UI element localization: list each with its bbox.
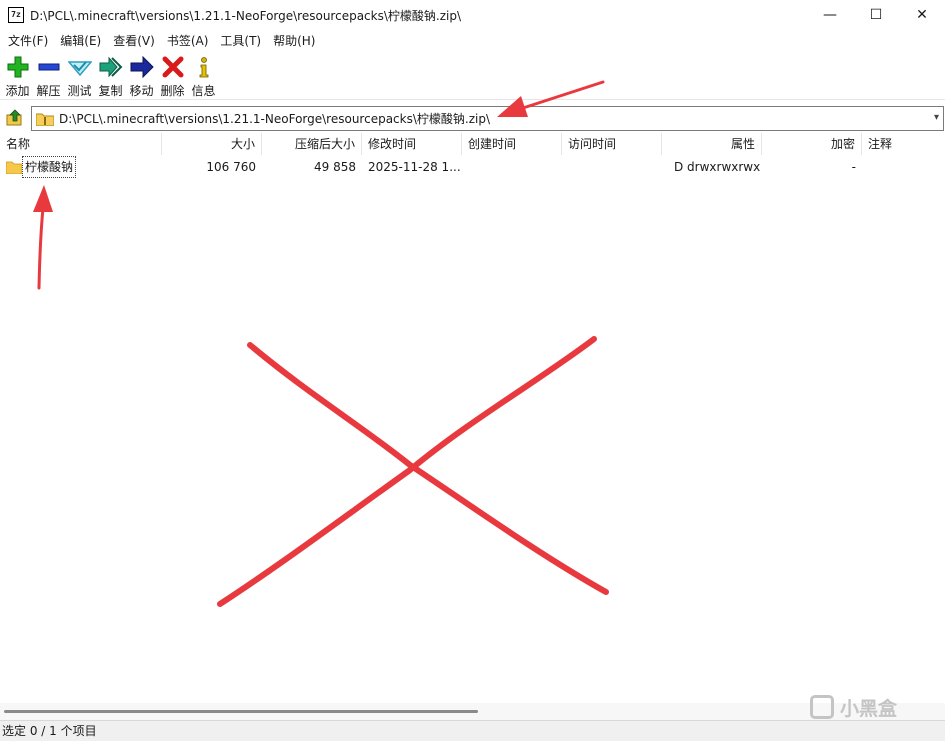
- move-label: 移动: [129, 84, 154, 98]
- copy-button[interactable]: 复制: [95, 54, 126, 98]
- delete-x-icon: [161, 56, 185, 78]
- row-name-cell[interactable]: 柠檬酸钠: [0, 156, 162, 178]
- minimize-button[interactable]: —: [807, 0, 853, 30]
- row-created: [462, 157, 562, 177]
- watermark-text: 小黑盒: [840, 697, 898, 720]
- copy-label: 复制: [98, 84, 123, 98]
- row-name: 柠檬酸钠: [22, 156, 77, 178]
- chevron-down-icon[interactable]: ▾: [934, 112, 939, 123]
- watermark: 小黑盒: [810, 694, 940, 720]
- menu-edit[interactable]: 编辑(E): [54, 31, 107, 51]
- toolbar: 添加 解压 测试 复制 移动 删除 信息: [0, 54, 945, 100]
- row-encrypted: -: [851, 160, 856, 174]
- add-label: 添加: [5, 84, 30, 98]
- row-comment: [862, 157, 945, 177]
- address-path: D:\PCL\.minecraft\versions\1.21.1-NeoFor…: [59, 112, 490, 126]
- column-encrypted[interactable]: 加密: [762, 133, 862, 155]
- column-created[interactable]: 创建时间: [462, 133, 562, 155]
- menu-view[interactable]: 查看(V): [107, 31, 161, 51]
- check-icon: [67, 56, 92, 78]
- column-name[interactable]: 名称: [0, 133, 162, 155]
- app-7z-icon: 7z: [8, 7, 24, 23]
- up-folder-button[interactable]: [4, 107, 26, 129]
- menu-tools[interactable]: 工具(T): [214, 31, 267, 51]
- zip-folder-icon: [36, 113, 54, 126]
- menu-help[interactable]: 帮助(H): [267, 31, 321, 51]
- test-label: 测试: [67, 84, 92, 98]
- add-button[interactable]: 添加: [2, 54, 33, 98]
- horizontal-scrollbar[interactable]: [0, 703, 945, 720]
- maximize-button[interactable]: ☐: [853, 0, 899, 30]
- extract-button[interactable]: 解压: [33, 54, 64, 98]
- column-modified[interactable]: 修改时间: [362, 133, 462, 155]
- row-attributes: D drwxrwxrwx: [674, 160, 761, 174]
- test-button[interactable]: 测试: [64, 54, 95, 98]
- minus-icon: [37, 56, 61, 78]
- column-size[interactable]: 大小: [162, 133, 262, 155]
- column-packed-size[interactable]: 压缩后大小: [262, 133, 362, 155]
- menu-bookmarks[interactable]: 书签(A): [161, 31, 215, 51]
- delete-label: 删除: [160, 84, 185, 98]
- watermark-logo-icon: [810, 695, 834, 719]
- row-accessed: [562, 157, 662, 177]
- menu-bar: 文件(F) 编辑(E) 查看(V) 书签(A) 工具(T) 帮助(H): [0, 30, 945, 52]
- move-button[interactable]: 移动: [126, 54, 157, 98]
- window-title: D:\PCL\.minecraft\versions\1.21.1-NeoFor…: [30, 8, 461, 23]
- row-size: 106 760: [206, 160, 256, 174]
- plus-icon: [6, 56, 30, 78]
- column-comment[interactable]: 注释: [862, 133, 945, 155]
- window-controls: — ☐ ✕: [807, 0, 945, 30]
- info-label: 信息: [191, 84, 216, 98]
- status-text: 选定 0 / 1 个项目: [2, 724, 97, 738]
- folder-icon: [6, 161, 22, 174]
- row-modified: 2025-11-28 1...: [368, 160, 461, 174]
- menu-file[interactable]: 文件(F): [2, 31, 54, 51]
- close-button[interactable]: ✕: [899, 0, 945, 30]
- column-attributes[interactable]: 属性: [662, 133, 762, 155]
- delete-button[interactable]: 删除: [157, 54, 188, 98]
- column-accessed[interactable]: 访问时间: [562, 133, 662, 155]
- double-arrow-icon: [99, 56, 123, 78]
- info-icon: [192, 56, 216, 78]
- title-bar: 7z D:\PCL\.minecraft\versions\1.21.1-Neo…: [0, 0, 945, 30]
- address-input[interactable]: D:\PCL\.minecraft\versions\1.21.1-NeoFor…: [31, 106, 944, 131]
- extract-label: 解压: [36, 84, 61, 98]
- up-arrow-icon: [6, 109, 22, 126]
- row-packed-size: 49 858: [314, 160, 356, 174]
- info-button[interactable]: 信息: [188, 54, 219, 98]
- scrollbar-thumb[interactable]: [4, 710, 478, 713]
- arrow-right-icon: [130, 56, 154, 78]
- address-bar: D:\PCL\.minecraft\versions\1.21.1-NeoFor…: [0, 104, 945, 132]
- file-list[interactable]: 名称 大小 压缩后大小 修改时间 创建时间 访问时间 属性 加密 注释 柠檬酸钠…: [0, 133, 945, 703]
- status-bar: 选定 0 / 1 个项目: [0, 720, 945, 741]
